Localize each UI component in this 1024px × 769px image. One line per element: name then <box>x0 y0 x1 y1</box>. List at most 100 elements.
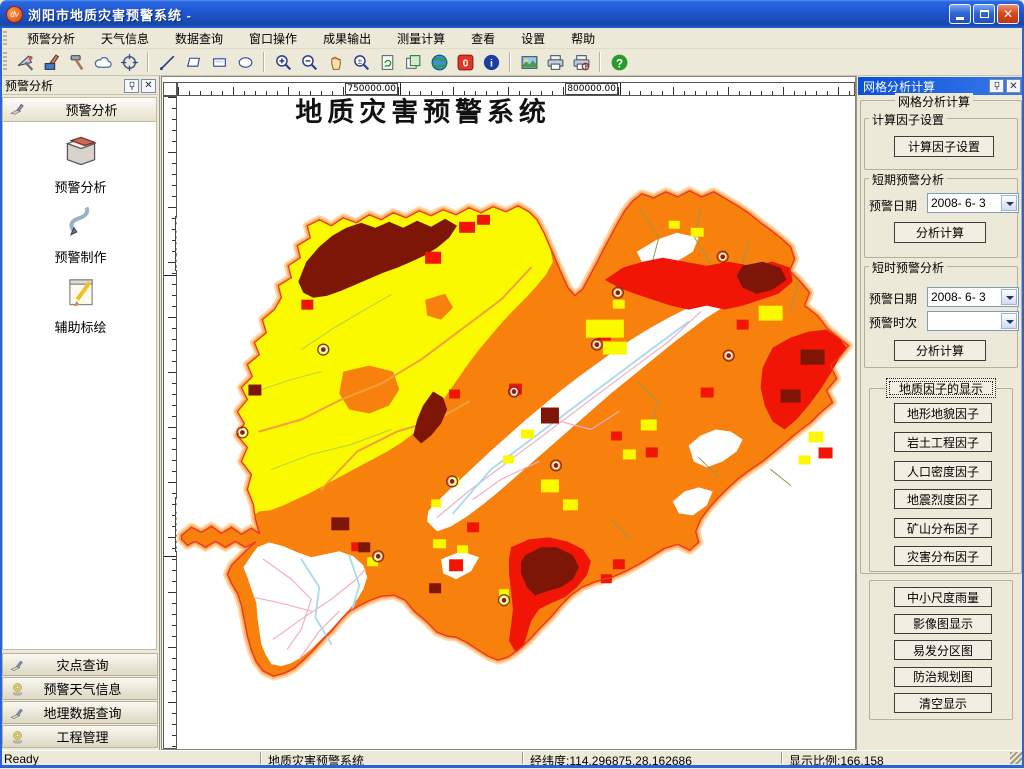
map-cell <box>540 479 559 493</box>
refresh-page-icon <box>381 54 393 70</box>
toolbar-print-preview-button[interactable] <box>569 50 593 74</box>
display-button-2[interactable]: 影像图显示 <box>894 613 992 634</box>
toolbar-zoom-extent-button[interactable]: ± <box>349 50 373 74</box>
accordion-label: 灾点查询 <box>56 658 109 673</box>
left-panel-list: 预警分析预警制作辅助标绘 <box>2 122 157 650</box>
factor-button-4[interactable]: 人口密度因子 <box>894 461 992 481</box>
display-button-4[interactable]: 防治规划图 <box>894 666 992 687</box>
accordion-3[interactable]: 地理数据查询 <box>2 701 158 724</box>
close-button[interactable]: ✕ <box>997 4 1019 24</box>
menu-item-8[interactable]: 设置 <box>508 28 558 49</box>
chevron-down-icon[interactable] <box>1001 313 1017 329</box>
menu-item-7[interactable]: 查看 <box>458 28 508 49</box>
toolbar-rectangle-tool-button[interactable] <box>207 50 231 74</box>
toolbar-info-button[interactable]: i <box>479 50 503 74</box>
minimize-button[interactable] <box>949 4 971 24</box>
map-cell <box>467 522 480 533</box>
map-canvas[interactable]: 地质灾害预警系统 <box>177 96 855 749</box>
restore-button[interactable] <box>973 4 995 24</box>
menu-item-3[interactable]: 数据查询 <box>162 28 236 49</box>
display-button-1[interactable]: 中小尺度雨量 <box>894 587 992 607</box>
toolbar-cloud-button[interactable] <box>91 50 115 74</box>
toolbar-print-button[interactable] <box>543 50 567 74</box>
map-cell <box>540 407 559 424</box>
short-term-date-label: 预警日期 <box>869 199 918 213</box>
restore-icon <box>979 10 989 18</box>
toolbar-copy-map-button[interactable] <box>401 50 425 74</box>
short-term-date-combo[interactable]: 2008- 6- 3 <box>927 193 1019 213</box>
toolbar-image-export-button[interactable] <box>517 50 541 74</box>
factor-button-3[interactable]: 岩土工程因子 <box>894 432 992 452</box>
map-cell <box>808 431 824 443</box>
toolbar-grip[interactable] <box>3 52 7 72</box>
short-term-group: 短期预警分析 <box>864 171 1018 258</box>
gear-icon <box>12 683 23 696</box>
menu-item-5[interactable]: 成果输出 <box>310 28 384 49</box>
toolbar-hammer-tool-button[interactable] <box>65 50 89 74</box>
menu-bar: 预警分析 天气信息 数据查询 窗口操作 成果输出 测量计算 查看 设置 帮助 <box>0 28 1024 49</box>
map-document: 750000.00800000.00 3150000.003100000.00 … <box>161 76 856 750</box>
pin-icon[interactable] <box>124 78 139 93</box>
toolbar-refresh-page-button[interactable] <box>375 50 399 74</box>
toolbar-stop-button[interactable]: 0 <box>453 50 477 74</box>
left-panel-header[interactable]: 预警分析 <box>2 97 157 122</box>
menu-item-2[interactable]: 天气信息 <box>88 28 162 49</box>
map-cell <box>700 387 714 398</box>
toolbar-zoom-in-button[interactable] <box>271 50 295 74</box>
resize-grip[interactable] <box>1010 752 1022 764</box>
toolbar-globe-button[interactable] <box>427 50 451 74</box>
close-icon[interactable]: ✕ <box>141 78 156 93</box>
toolbar-satellite-dish-button[interactable] <box>13 50 37 74</box>
toolbar-target-crosshair-button[interactable] <box>117 50 141 74</box>
toolbar-paint-tool-button[interactable] <box>39 50 63 74</box>
pin-icon[interactable] <box>989 79 1004 93</box>
ruler-top: 750000.00 800000.00 <box>177 82 855 96</box>
svg-text:i: i <box>490 57 493 69</box>
nowcast-analyze-button[interactable]: 分析计算 <box>894 340 986 361</box>
accordion-4[interactable]: 工程管理 <box>2 725 158 748</box>
nowcast-time-combo[interactable] <box>927 311 1019 331</box>
menu-grip[interactable] <box>3 31 7 45</box>
ruler-label: 750000.00 <box>345 83 398 95</box>
map-cell <box>477 214 491 225</box>
toolbar-ellipse-tool-button[interactable] <box>233 50 257 74</box>
toolbar-parallelogram-tool-button[interactable] <box>181 50 205 74</box>
accordion-2[interactable]: 预警天气信息 <box>2 677 158 700</box>
factor-button-1[interactable]: 地质因子的显示 <box>886 378 996 398</box>
tool-item-2[interactable]: 预警制作 <box>3 200 158 266</box>
nowcast-date-combo[interactable]: 2008- 6- 3 <box>927 287 1019 307</box>
factor-button-5[interactable]: 地震烈度因子 <box>894 489 992 509</box>
chevron-down-icon[interactable] <box>1001 195 1017 211</box>
map-cell <box>449 389 461 399</box>
town-marker-dot <box>615 290 621 296</box>
toolbar-pan-hand-button[interactable] <box>323 50 347 74</box>
display-button-5[interactable]: 清空显示 <box>894 693 992 713</box>
menu-item-6[interactable]: 测量计算 <box>384 28 458 49</box>
ruler-label: 800000.00 <box>565 83 618 95</box>
menu-item-1[interactable]: 预警分析 <box>14 28 88 49</box>
factor-button-7[interactable]: 灾害分布因子 <box>894 546 992 566</box>
chevron-down-icon[interactable] <box>1001 289 1017 305</box>
status-bar: Ready 地质灾害预警系统 经纬度:114.296875,28.162686 … <box>0 750 1024 768</box>
print-icon <box>547 54 563 70</box>
accordion-1[interactable]: 灾点查询 <box>2 653 158 676</box>
factor-button-2[interactable]: 地形地貌因子 <box>894 403 992 423</box>
toolbar-separator <box>263 52 265 72</box>
toolbar-help-button[interactable]: ? <box>607 50 631 74</box>
close-icon[interactable]: ✕ <box>1006 79 1021 93</box>
toolbar-line-tool-button[interactable] <box>155 50 179 74</box>
menu-item-9[interactable]: 帮助 <box>558 28 608 49</box>
display-button-3[interactable]: 易发分区图 <box>894 640 992 660</box>
toolbar-zoom-out-button[interactable] <box>297 50 321 74</box>
factor-button-6[interactable]: 矿山分布因子 <box>894 518 992 538</box>
factor-setup-button[interactable]: 计算因子设置 <box>894 136 994 157</box>
tool-item-1[interactable]: 预警分析 <box>3 130 158 196</box>
menu-item-4[interactable]: 窗口操作 <box>236 28 310 49</box>
map-cell <box>622 449 636 460</box>
image-export-icon <box>521 55 537 69</box>
nowcast-time-label: 预警时次 <box>869 316 918 330</box>
short-term-analyze-button[interactable]: 分析计算 <box>894 222 986 243</box>
tool-item-3[interactable]: 辅助标绘 <box>3 270 158 336</box>
tool-item-label: 预警制作 <box>54 250 107 265</box>
short-term-date-value: 2008- 6- 3 <box>931 196 986 210</box>
